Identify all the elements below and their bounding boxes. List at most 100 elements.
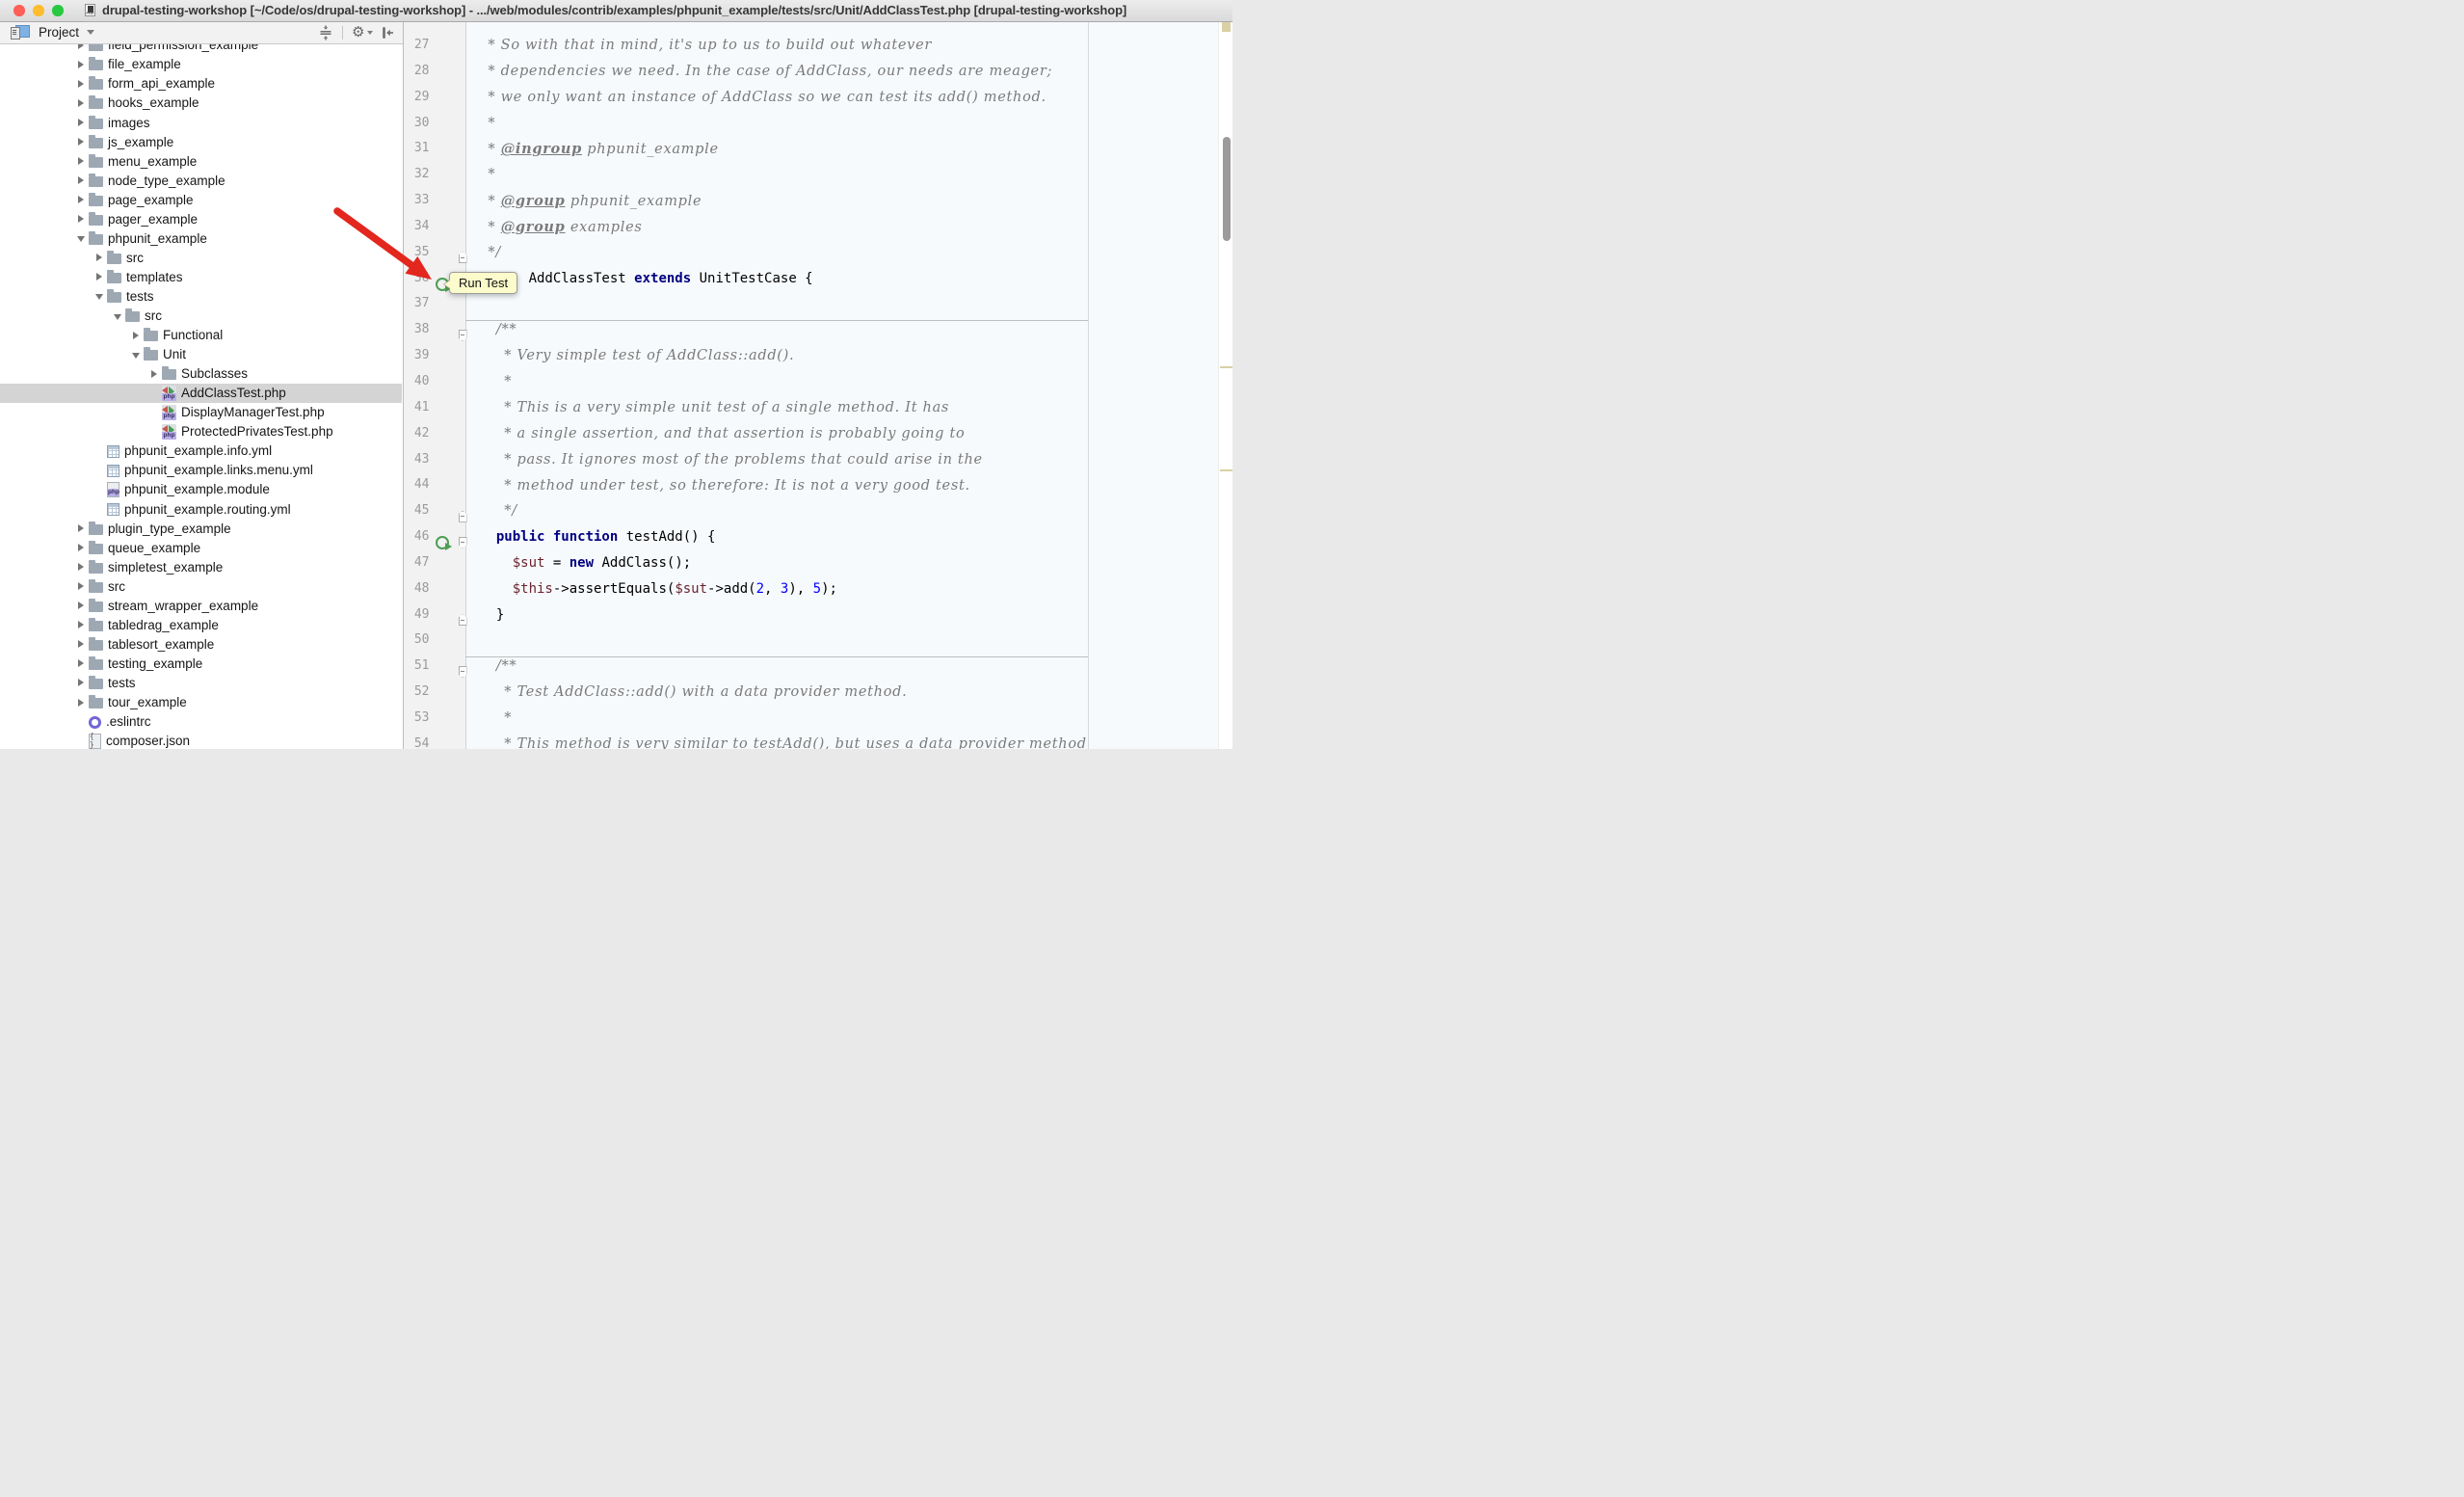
code-line[interactable]: *: [466, 116, 1219, 142]
tree-row[interactable]: phpProtectedPrivatesTest.php: [0, 422, 402, 441]
tree-row[interactable]: js_example: [0, 132, 402, 151]
run-test-tooltip[interactable]: Run Test: [449, 272, 517, 294]
chevron-right-icon[interactable]: [78, 699, 84, 707]
chevron-right-icon[interactable]: [133, 332, 139, 339]
tree-row[interactable]: plugin_type_example: [0, 519, 402, 538]
tree-row[interactable]: phpunit_example.links.menu.yml: [0, 461, 402, 480]
tree-row[interactable]: templates: [0, 267, 402, 286]
code-line[interactable]: [466, 22, 1219, 39]
tree-row[interactable]: menu_example: [0, 151, 402, 171]
settings-gear-icon[interactable]: ⚙: [352, 25, 372, 40]
minimize-button[interactable]: [33, 5, 44, 16]
tree-row[interactable]: page_example: [0, 190, 402, 209]
code-line[interactable]: [466, 633, 1219, 659]
code-line[interactable]: *: [466, 167, 1219, 193]
tree-row[interactable]: src: [0, 248, 402, 267]
zoom-button[interactable]: [52, 5, 64, 16]
chevron-expanded-icon[interactable]: [77, 236, 85, 242]
chevron-right-icon[interactable]: [78, 679, 84, 686]
tree-row[interactable]: tablesort_example: [0, 634, 402, 654]
code-line[interactable]: * @group phpunit_example: [466, 193, 1219, 219]
chevron-right-icon[interactable]: [78, 215, 84, 223]
chevron-right-icon[interactable]: [96, 254, 102, 261]
tree-row[interactable]: phpunit_example.info.yml: [0, 441, 402, 461]
tree-row[interactable]: phpphpunit_example.module: [0, 480, 402, 499]
chevron-right-icon[interactable]: [78, 544, 84, 551]
chevron-right-icon[interactable]: [78, 601, 84, 609]
code-line[interactable]: * pass. It ignores most of the problems …: [466, 452, 1219, 478]
chevron-right-icon[interactable]: [78, 44, 84, 49]
code-line[interactable]: * This is a very simple unit test of a s…: [466, 400, 1219, 426]
code-line[interactable]: * we only want an instance of AddClass s…: [466, 90, 1219, 116]
hide-panel-icon[interactable]: [380, 25, 395, 40]
chevron-expanded-icon[interactable]: [114, 314, 121, 320]
chevron-down-icon[interactable]: [87, 30, 94, 35]
tree-row[interactable]: hooks_example: [0, 94, 402, 113]
code-line[interactable]: * Very simple test of AddClass::add().: [466, 348, 1219, 374]
tree-row[interactable]: phpAddClassTest.php: [0, 384, 402, 403]
tree-row[interactable]: src: [0, 307, 402, 326]
tree-row[interactable]: stream_wrapper_example: [0, 596, 402, 615]
code-line[interactable]: * This method is very similar to testAdd…: [466, 736, 1219, 749]
file-proxy-icon[interactable]: [85, 4, 95, 17]
code-line[interactable]: * Test AddClass::add() with a data provi…: [466, 684, 1219, 710]
chevron-right-icon[interactable]: [78, 640, 84, 648]
editor-scrollbar-thumb[interactable]: [1223, 137, 1231, 241]
chevron-right-icon[interactable]: [78, 524, 84, 532]
code-line[interactable]: * a single assertion, and that assertion…: [466, 426, 1219, 452]
code-line[interactable]: AddClassTest extends UnitTestCase {: [466, 271, 1219, 297]
chevron-right-icon[interactable]: [78, 621, 84, 628]
tree-row[interactable]: queue_example: [0, 538, 402, 557]
tree-row[interactable]: Functional: [0, 326, 402, 345]
code-line[interactable]: }: [466, 607, 1219, 633]
tree-row[interactable]: pager_example: [0, 209, 402, 228]
chevron-right-icon[interactable]: [151, 370, 157, 378]
tree-row[interactable]: images: [0, 113, 402, 132]
close-button[interactable]: [13, 5, 25, 16]
tree-row[interactable]: Subclasses: [0, 364, 402, 384]
code-line[interactable]: */: [466, 503, 1219, 529]
chevron-right-icon[interactable]: [78, 138, 84, 146]
chevron-right-icon[interactable]: [96, 273, 102, 281]
tree-row[interactable]: phpDisplayManagerTest.php: [0, 403, 402, 422]
collapse-all-icon[interactable]: [318, 25, 333, 40]
tree-row[interactable]: node_type_example: [0, 171, 402, 190]
code-line[interactable]: $this->assertEquals($sut->add(2, 3), 5);: [466, 581, 1219, 607]
tree-row[interactable]: composer.json: [0, 732, 402, 749]
tree-row[interactable]: testing_example: [0, 654, 402, 673]
code-line[interactable]: * So with that in mind, it's up to us to…: [466, 38, 1219, 64]
tree-row[interactable]: field_permission_example: [0, 44, 402, 55]
chevron-right-icon[interactable]: [78, 99, 84, 107]
code-line[interactable]: * @ingroup phpunit_example: [466, 141, 1219, 167]
chevron-right-icon[interactable]: [78, 563, 84, 571]
code-line[interactable]: *: [466, 710, 1219, 736]
project-panel-title[interactable]: Project: [39, 25, 79, 40]
tree-row[interactable]: tests: [0, 286, 402, 306]
chevron-right-icon[interactable]: [78, 196, 84, 203]
code-line[interactable]: [466, 297, 1219, 323]
tree-row[interactable]: tabledrag_example: [0, 615, 402, 634]
code-line[interactable]: $sut = new AddClass();: [466, 555, 1219, 581]
tree-row[interactable]: .eslintrc: [0, 712, 402, 732]
tree-row[interactable]: simpletest_example: [0, 557, 402, 576]
tree-row[interactable]: phpunit_example: [0, 228, 402, 248]
chevron-right-icon[interactable]: [78, 176, 84, 184]
code-line[interactable]: *: [466, 374, 1219, 400]
code-line[interactable]: * @group examples: [466, 219, 1219, 245]
chevron-right-icon[interactable]: [78, 582, 84, 590]
tree-row[interactable]: tests: [0, 673, 402, 692]
run-test-gutter-icon[interactable]: [436, 536, 449, 549]
code-line[interactable]: /**: [466, 658, 1219, 684]
code-line[interactable]: * method under test, so therefore: It is…: [466, 478, 1219, 504]
code-lines[interactable]: * So with that in mind, it's up to us to…: [466, 22, 1219, 750]
chevron-right-icon[interactable]: [78, 80, 84, 88]
chevron-right-icon[interactable]: [78, 157, 84, 165]
tree-row[interactable]: file_example: [0, 55, 402, 74]
tree-row[interactable]: Unit: [0, 345, 402, 364]
chevron-right-icon[interactable]: [78, 119, 84, 126]
editor-area[interactable]: 2627282930313233343536373839404142434445…: [404, 22, 1233, 750]
tree-row[interactable]: tour_example: [0, 693, 402, 712]
tree-row[interactable]: src: [0, 576, 402, 596]
code-line[interactable]: public function testAdd() {: [466, 529, 1219, 555]
code-line[interactable]: * dependencies we need. In the case of A…: [466, 64, 1219, 90]
